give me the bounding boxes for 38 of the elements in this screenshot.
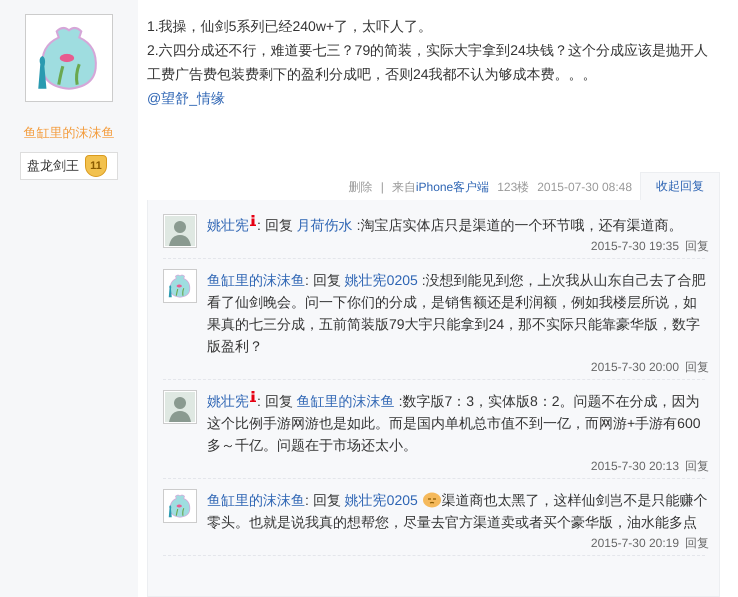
reply-link[interactable]: 回复 [685, 358, 709, 376]
post-text: 1.我操，仙剑5系列已经240w+了，太吓人了。 [147, 17, 434, 36]
reply-link[interactable]: 回复 [685, 457, 709, 475]
reply-author-link[interactable]: 姚壮宪 [207, 217, 249, 233]
mention-link[interactable]: @望舒_情缘 [147, 86, 225, 110]
reply-time: 2015-7-30 20:19 [590, 535, 679, 552]
reply-time: 2015-7-30 20:13 [590, 458, 679, 475]
reply-author-link[interactable]: 姚壮宪 [207, 393, 249, 409]
reply-text: 姚壮宪 : 回复 月荷伤水 :淘宝店实体店只是渠道的一个环节哦，还有渠道商。 [207, 214, 684, 235]
collapse-replies-tab[interactable]: 收起回复 [640, 172, 720, 200]
reply-time: 2015-7-30 19:35 [590, 238, 679, 255]
reply-target-link[interactable]: 月荷伤水 [296, 217, 353, 233]
reply-author-link[interactable]: 鱼缸里的沫沫鱼 [207, 492, 305, 508]
reply-author-link[interactable]: 鱼缸里的沫沫鱼 [207, 272, 305, 288]
level-badge: 11 [85, 155, 107, 177]
floor-number: 123楼 [497, 178, 530, 196]
reply-link[interactable]: 回复 [685, 534, 709, 552]
reply-text: 鱼缸里的沫沫鱼: 回复 姚壮宪0205 渠道商也太黑了，这样仙剑岂不是只能赚个零头。也就是说我真的想帮您，尽量去官方渠道卖或者买个豪华版，油水能多点 [207, 489, 709, 532]
reply-target-link[interactable]: 姚壮宪0205 [344, 492, 418, 508]
reply-target-link[interactable]: 鱼缸里的沫沫鱼 [296, 393, 395, 409]
source-label: 来自 [392, 178, 416, 196]
delete-link[interactable]: 删除 [348, 178, 373, 196]
reply-link[interactable]: 回复 [685, 237, 709, 255]
reply-target-link[interactable]: 姚壮宪0205 [344, 272, 418, 288]
reply-time: 2015-7-30 20:00 [590, 359, 679, 376]
rank-title: 盘龙剑王 [27, 157, 79, 175]
person-silhouette-icon [165, 216, 195, 246]
reply-text: 鱼缸里的沫沫鱼: 回复 姚壮宪0205 :没想到能见到您，上次我从山东自己去了合肥看了仙剑晚会。问一下你们的分成，是销售额还是利润额，例如我楼层所说，如果真的七三分成，五前简装版79大宇只能拿到24，那不实际只能靠豪华版，数字版盈利？ [207, 271, 707, 356]
source-link[interactable]: iPhone客户端 [416, 178, 490, 196]
separator: | [380, 180, 384, 194]
reply-avatar[interactable] [163, 214, 197, 248]
reply-text: 姚壮宪 : 回复 鱼缸里的沫沫鱼 :数字版7：3，实体版8：2。问题不在分成，因为这个比例手游网游也是如此。而是国内单机总市值不到一亿，而网游+手游有600多～千亿。问题在于市场还太小。 [207, 390, 702, 455]
person-silhouette-icon [165, 392, 195, 422]
reply-avatar[interactable] [163, 489, 197, 523]
reply-avatar[interactable] [163, 390, 197, 424]
reply-avatar[interactable] [163, 269, 197, 303]
post-time: 2015-07-30 08:48 [537, 180, 632, 194]
post-text: 2.六四分成还不行，难道要七三？79的简装，实际大宇拿到24块钱？这个分成应该是抛开人工费广告费包装费剩下的盈利分成吧，否则24我都不认为够成本费。。。 [147, 41, 709, 84]
